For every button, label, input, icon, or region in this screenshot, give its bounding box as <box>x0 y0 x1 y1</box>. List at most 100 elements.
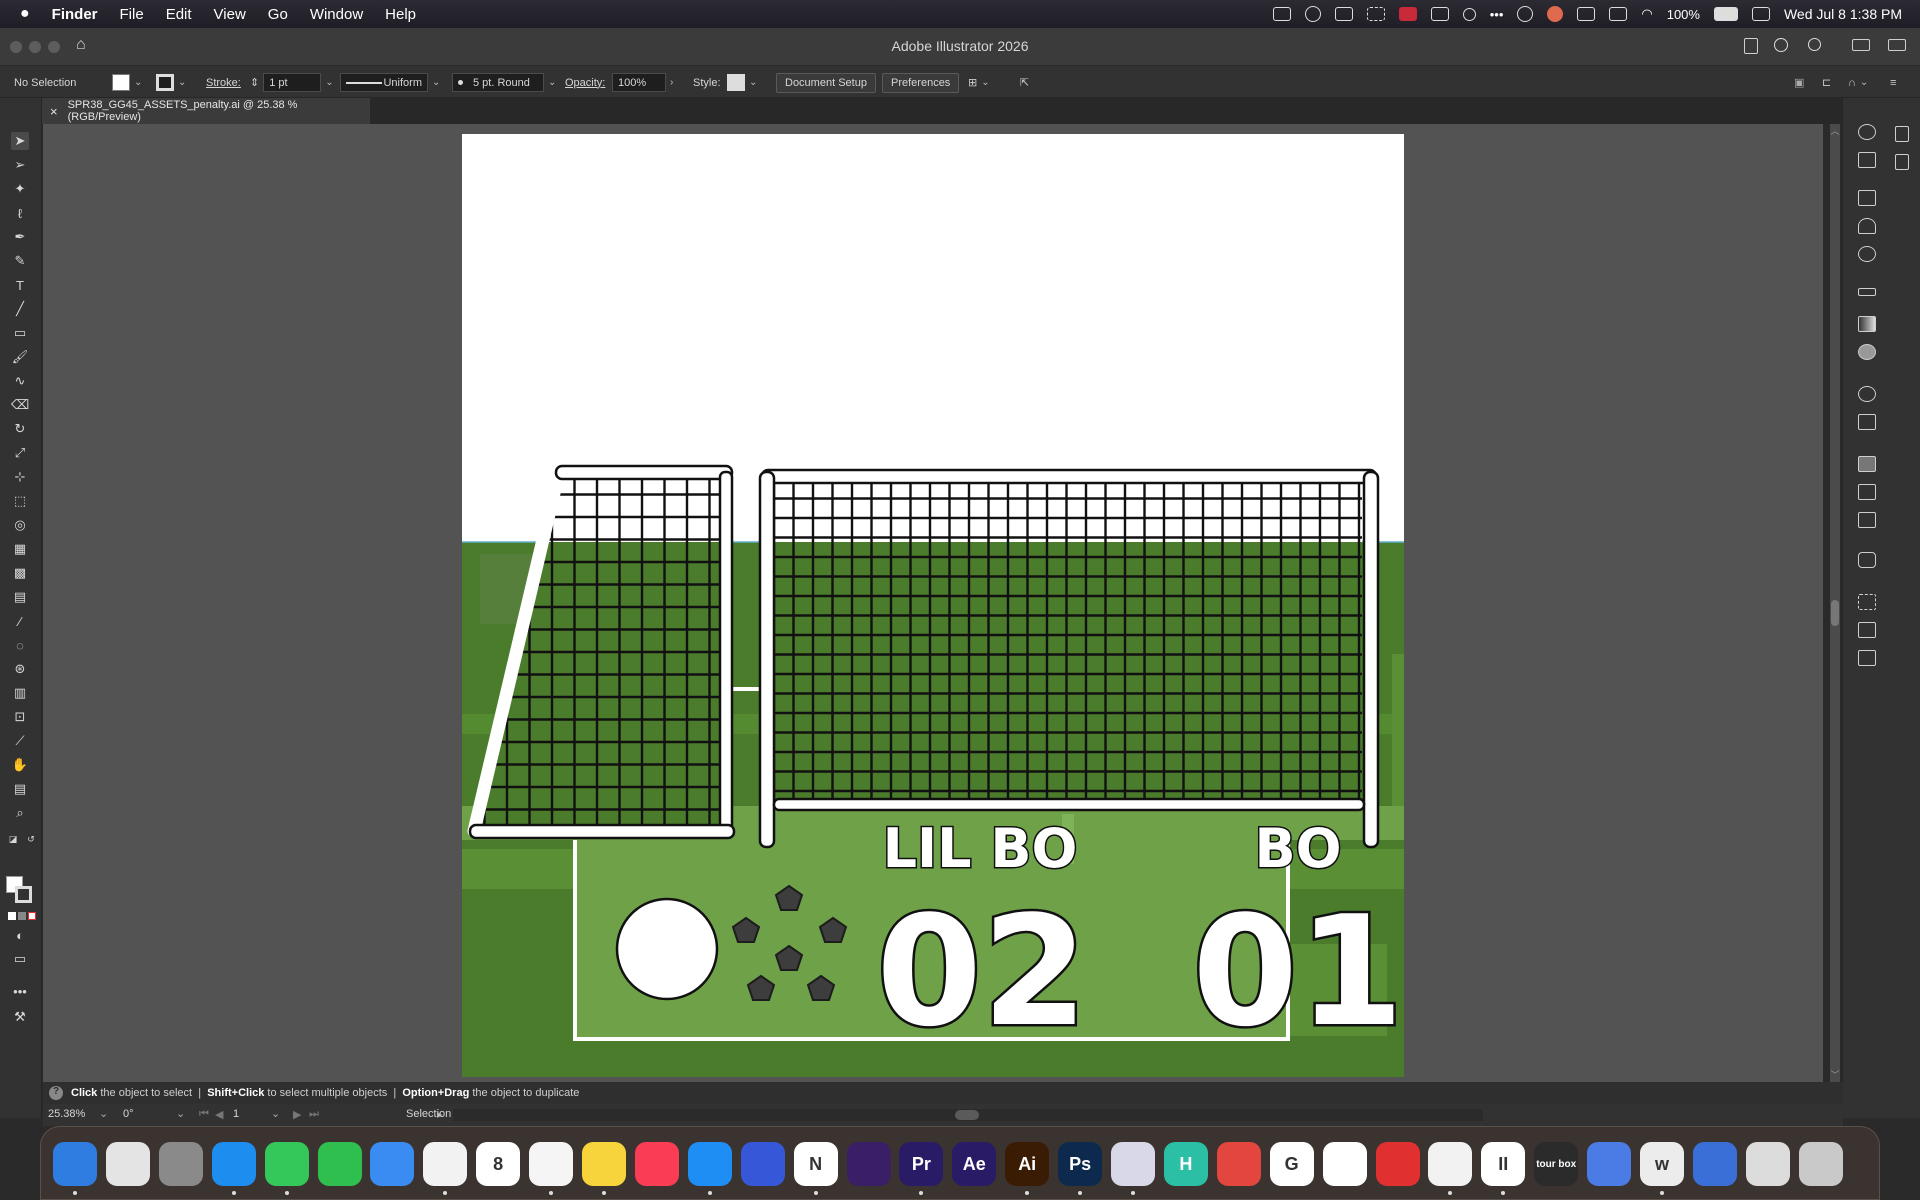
dock-tourbox-icon[interactable]: tour box <box>1534 1142 1579 1186</box>
none-mode-icon[interactable] <box>28 912 36 920</box>
dock-trash-icon[interactable] <box>1798 1142 1843 1186</box>
status-menu-icon[interactable]: ▸ <box>437 1108 443 1121</box>
blend-tool-icon[interactable]: ◌ <box>11 636 29 654</box>
rectangle-tool-icon[interactable]: ▭ <box>11 324 29 342</box>
dock-launchpad-icon[interactable] <box>105 1142 150 1186</box>
clock[interactable]: Wed Jul 8 1:38 PM <box>1784 6 1902 22</box>
puppet-warp-tool-icon[interactable]: ⊹ <box>11 468 29 486</box>
arrange-icon[interactable]: ⊞ <box>968 76 977 89</box>
horizontal-scroll-thumb[interactable] <box>955 1110 979 1120</box>
dock-perplexity-icon[interactable] <box>1428 1142 1473 1186</box>
arrange-dropdown-icon[interactable]: ⌄ <box>981 77 989 88</box>
style-dropdown-icon[interactable]: ⌄ <box>749 77 757 88</box>
dock-freeform-icon[interactable] <box>1322 1142 1367 1186</box>
gradient-panel-icon[interactable] <box>1858 316 1876 332</box>
next-artboard-icon[interactable]: ▶ <box>293 1108 301 1121</box>
dock-safari-icon[interactable] <box>211 1142 256 1186</box>
dock-w-app-icon[interactable]: w <box>1640 1142 1684 1186</box>
stroke-swatch[interactable] <box>156 74 174 91</box>
zoom-tool-icon[interactable]: ⌕ <box>11 804 29 822</box>
dock-notes-icon[interactable] <box>582 1142 626 1186</box>
dock-preview-icon[interactable] <box>1111 1142 1155 1186</box>
panel-menu-icon[interactable]: ≡ <box>1890 77 1896 89</box>
dock-facetime-icon[interactable] <box>317 1142 362 1186</box>
slice-tool-icon[interactable]: ⟋ <box>11 732 29 750</box>
dock-h-app-icon[interactable]: H <box>1163 1142 1208 1186</box>
screen-mode-icon[interactable]: ▭ <box>11 950 29 968</box>
curvature-tool-icon[interactable]: ✎ <box>11 252 29 270</box>
keyboard-icon[interactable] <box>1577 7 1596 21</box>
brush-dropdown-icon[interactable]: ⌄ <box>548 77 556 88</box>
wifi-icon[interactable]: ◠ <box>1641 6 1652 22</box>
workspace-icon[interactable] <box>1852 39 1870 51</box>
dock-files-app-icon[interactable] <box>1587 1142 1632 1186</box>
stroke-dropdown-icon[interactable]: ⌄ <box>178 77 186 88</box>
mesh-tool-icon[interactable]: ▩ <box>11 564 29 582</box>
path-tools-dropdown-icon[interactable]: ⌄ <box>1860 77 1868 88</box>
shaper-tool-icon[interactable]: ∿ <box>11 372 29 390</box>
gradient-mode-icon[interactable] <box>18 912 26 920</box>
align-icon[interactable]: ▣ <box>1794 76 1804 89</box>
edit-toolbar-icon[interactable]: ••• <box>11 982 29 1000</box>
color-wheel-icon[interactable] <box>1547 6 1564 22</box>
learn-panel-icon[interactable] <box>1858 124 1876 140</box>
eyedropper-tool-icon[interactable]: ⁄ <box>11 612 29 630</box>
share-icon[interactable] <box>1744 38 1758 54</box>
align-panel-icon[interactable] <box>1858 622 1876 638</box>
spotlight-search-icon[interactable] <box>1462 7 1476 21</box>
screen-mirror-icon[interactable] <box>1272 7 1291 21</box>
variable-width-profile[interactable]: Uniform <box>340 73 428 92</box>
menu-file[interactable]: File <box>120 6 144 23</box>
play-icon[interactable] <box>1517 6 1534 22</box>
path-tools-icon[interactable]: ∩ <box>1848 77 1856 89</box>
artboard-number[interactable]: 1 <box>233 1108 239 1120</box>
scroll-up-icon[interactable]: ︿ <box>1830 124 1840 137</box>
document-tab[interactable]: × SPR38_GG45_ASSETS_penalty.ai @ 25.38 %… <box>42 98 370 124</box>
scale-tool-icon[interactable]: ⤢ <box>11 444 29 462</box>
fill-dropdown-icon[interactable]: ⌄ <box>134 77 142 88</box>
direct-selection-tool-icon[interactable]: ➢ <box>11 156 29 174</box>
dock-mail-icon[interactable] <box>370 1142 415 1186</box>
dock-storage-app-icon[interactable] <box>1692 1142 1737 1186</box>
artboards-panel-icon[interactable] <box>1858 512 1876 528</box>
zoom-level[interactable]: 25.38% <box>48 1108 85 1120</box>
dock-youtube-icon[interactable] <box>1375 1142 1420 1186</box>
dock-notion-icon[interactable]: N <box>793 1142 838 1186</box>
color-mode-icon[interactable] <box>8 912 16 920</box>
transform-icon[interactable]: ⊏ <box>1822 76 1831 89</box>
appearance-panel-icon[interactable] <box>1858 386 1876 402</box>
brush-definition[interactable]: 5 pt. Round <box>452 73 544 92</box>
opacity-input[interactable]: 100% <box>612 73 666 92</box>
print-tiling-tool-icon[interactable]: ▤ <box>11 780 29 798</box>
opacity-arrow-icon[interactable]: › <box>670 77 673 88</box>
graphic-styles-panel-icon[interactable] <box>1858 414 1876 430</box>
pathfinder-panel-icon[interactable] <box>1858 650 1876 666</box>
dock-google-icon[interactable]: G <box>1269 1142 1314 1186</box>
magic-wand-tool-icon[interactable]: ✦ <box>11 180 29 198</box>
extra-tool-icon[interactable]: ⚒ <box>11 1008 29 1026</box>
menu-finder[interactable]: Finder <box>52 6 98 23</box>
display-icon[interactable] <box>1609 7 1628 21</box>
help-icon[interactable]: ? <box>49 1086 63 1100</box>
dock-calendar-icon[interactable]: 8 <box>476 1142 521 1186</box>
dock-music-icon[interactable] <box>634 1142 679 1186</box>
menu-help[interactable]: Help <box>385 6 416 23</box>
menu-window[interactable]: Window <box>310 6 363 23</box>
vertical-scroll-thumb[interactable] <box>1831 600 1839 626</box>
stroke-color-icon[interactable] <box>15 886 32 903</box>
transparency-panel-icon[interactable] <box>1858 344 1876 360</box>
search-icon[interactable] <box>1808 38 1821 51</box>
selection-tool-icon[interactable]: ➤ <box>11 132 29 150</box>
hand-tool-icon[interactable]: ✋ <box>11 756 29 774</box>
rotation-value[interactable]: 0° <box>123 1108 134 1120</box>
libraries-side-icon[interactable] <box>1895 154 1909 170</box>
export-icon[interactable]: ⇱ <box>1020 76 1029 89</box>
dock-reminders-icon[interactable] <box>529 1142 574 1186</box>
shape-builder-tool-icon[interactable]: ◎ <box>11 516 29 534</box>
dock-premiere-icon[interactable]: Pr <box>899 1142 944 1186</box>
opacity-label[interactable]: Opacity: <box>565 73 605 92</box>
dock-activity-icon[interactable] <box>846 1142 891 1186</box>
fill-swatch[interactable] <box>112 74 130 91</box>
scroll-down-icon[interactable]: ﹀ <box>1830 1068 1840 1081</box>
properties-panel-icon[interactable] <box>1858 152 1876 168</box>
